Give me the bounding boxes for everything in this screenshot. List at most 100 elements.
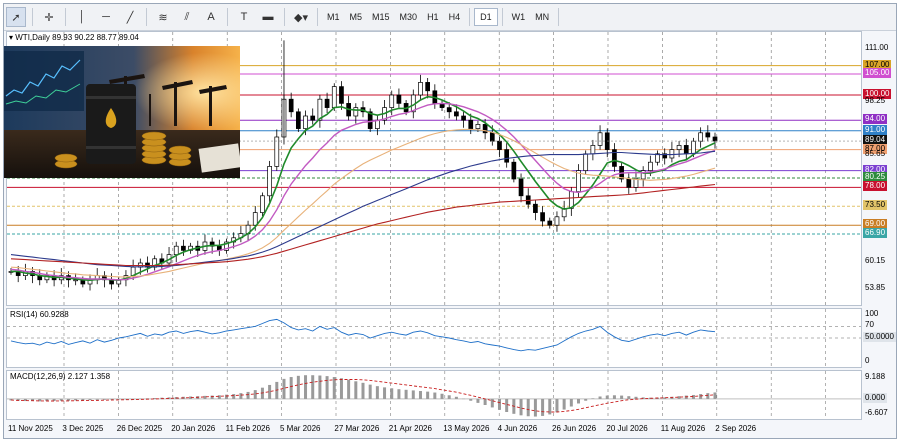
macd-histogram-bar	[210, 395, 214, 399]
rsi-axis-label: 0	[865, 356, 870, 365]
timeframe-h1[interactable]: H1	[422, 8, 444, 26]
candle-body	[461, 115, 466, 121]
timeframe-d1[interactable]: D1	[474, 8, 498, 26]
timeframe-m15[interactable]: M15	[367, 8, 395, 26]
candle-body	[554, 216, 560, 226]
candle-body	[353, 107, 359, 117]
price-axis-label: 111.00	[865, 42, 889, 52]
candle-body	[712, 136, 718, 142]
macd-histogram-bar	[318, 375, 322, 399]
macd-histogram-bar	[555, 398, 559, 413]
macd-histogram-bar	[577, 398, 581, 404]
macd-pane[interactable]	[6, 370, 862, 420]
macd-histogram-bar	[332, 377, 336, 399]
toolbar-separator	[32, 8, 33, 26]
macd-histogram-bar	[497, 398, 501, 410]
macd-histogram-bar	[699, 394, 703, 399]
toolbar-separator	[65, 8, 66, 26]
time-axis-label: 11 Feb 2026	[225, 424, 270, 433]
macd-histogram-bar	[311, 375, 315, 399]
timeframe-m30[interactable]: M30	[395, 8, 423, 26]
fibonacci-icon[interactable]: ≋	[153, 7, 173, 27]
macd-histogram-bar	[239, 393, 243, 399]
macd-histogram-bar	[95, 398, 99, 400]
macd-histogram-bar	[225, 394, 229, 399]
shapes-dropdown-icon[interactable]: ◆▾	[291, 7, 311, 27]
rsi-axis-label: 70	[865, 320, 874, 330]
timeframe-mn[interactable]: MN	[530, 8, 554, 26]
macd-histogram-bar	[533, 398, 537, 417]
macd-histogram-bar	[88, 398, 92, 401]
timeframe-m1[interactable]: M1	[322, 8, 345, 26]
candle-body	[683, 145, 689, 155]
macd-histogram-bar	[110, 398, 114, 400]
macd-histogram-bar	[411, 390, 415, 399]
horizontal-line-icon[interactable]: ─	[96, 7, 116, 27]
macd-histogram-bar	[375, 386, 379, 399]
price-axis-label: 78.00	[863, 181, 888, 192]
time-axis-label: 26 Jun 2026	[552, 424, 597, 433]
macd-histogram-bar	[232, 394, 236, 399]
macd-histogram-bar	[490, 398, 494, 408]
channel-icon[interactable]: ⫽	[177, 7, 197, 27]
rsi-axis-label: 100	[865, 309, 879, 318]
macd-histogram-bar	[569, 398, 573, 407]
vertical-line-icon[interactable]: │	[72, 7, 92, 27]
trend-line-icon[interactable]: ╱	[120, 7, 140, 27]
macd-histogram-bar	[117, 398, 121, 400]
toolbar-separator	[146, 8, 147, 26]
candle-body	[274, 136, 280, 167]
price-axis-label: 53.85	[865, 282, 886, 292]
macd-histogram-bar	[433, 392, 437, 399]
rsi-axis-label: 50.0000	[863, 332, 896, 342]
macd-histogram-bar	[476, 398, 480, 403]
macd-histogram-bar	[526, 398, 530, 417]
candle-body	[267, 166, 272, 197]
macd-histogram-bar	[217, 395, 221, 399]
macd-histogram-bar	[418, 391, 422, 399]
time-axis-label: 11 Nov 2025	[8, 424, 53, 433]
macd-histogram-bar	[347, 379, 351, 399]
rsi-line	[10, 318, 716, 352]
macd-chart-svg	[7, 371, 861, 419]
time-axis-label: 21 Apr 2026	[388, 424, 432, 433]
macd-histogram-bar	[620, 395, 624, 399]
time-axis-label: 13 May 2026	[443, 424, 490, 433]
time-axis-label: 3 Dec 2025	[62, 424, 104, 433]
macd-histogram-bar	[605, 395, 609, 399]
macd-axis-label: 9.188	[865, 372, 886, 381]
time-axis-label: 20 Jul 2026	[606, 424, 648, 433]
time-axis-label: 2 Sep 2026	[715, 424, 757, 433]
macd-histogram-bar	[505, 398, 509, 412]
toolbar-separator	[227, 8, 228, 26]
label-icon[interactable]: T	[234, 7, 254, 27]
macd-histogram-bar	[706, 393, 710, 399]
price-axis-label: 105.00	[863, 68, 892, 78]
macd-axis-label: 0.000	[863, 392, 888, 403]
crosshair-icon[interactable]: ✛	[39, 7, 59, 27]
macd-histogram-bar	[562, 398, 566, 410]
price-axis-label: 60.15	[865, 256, 886, 266]
text-icon[interactable]: A	[201, 7, 221, 27]
toolbar-separator	[558, 8, 560, 26]
cursor-icon[interactable]: ➚	[6, 7, 26, 27]
candle-body	[339, 86, 344, 104]
macd-histogram-bar	[584, 398, 588, 401]
timeframe-m5[interactable]: M5	[345, 8, 368, 26]
rectangle-icon[interactable]: ▬	[258, 7, 278, 27]
candle-body	[303, 115, 308, 129]
drawing-toolbar: ➚ ✛ │ ─ ╱ ≋ ⫽ A T ▬ ◆▾ M1 M5 M15 M30 H1 H4 D1 W1 MN	[4, 4, 896, 31]
timeframe-w1[interactable]: W1	[507, 8, 531, 26]
candle-body	[324, 98, 330, 108]
candle-body	[698, 132, 703, 142]
time-axis-label: 27 Mar 2026	[334, 424, 380, 433]
timeframe-h4[interactable]: H4	[444, 8, 466, 26]
macd-histogram-bar	[361, 382, 365, 399]
candle-body	[260, 195, 265, 213]
macd-histogram-bar	[598, 396, 602, 399]
candle-body	[295, 111, 301, 129]
rsi-pane[interactable]	[6, 308, 862, 368]
toolbar-separator	[317, 8, 318, 26]
macd-histogram-bar	[591, 398, 595, 399]
candle-body	[511, 161, 517, 180]
